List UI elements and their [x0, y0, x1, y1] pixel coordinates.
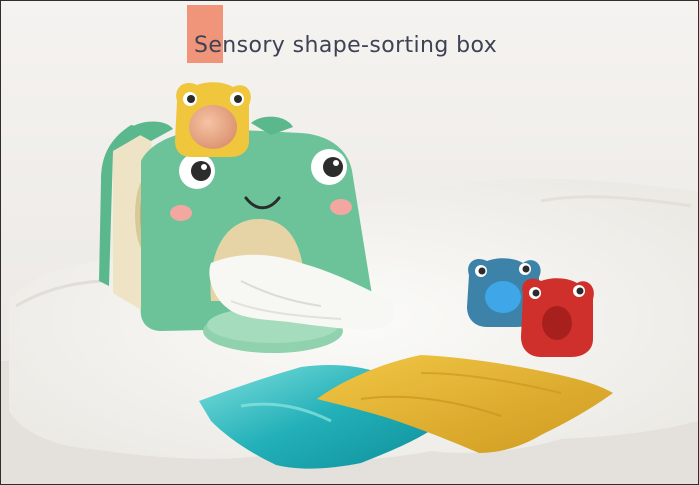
blue-frog-mirror	[485, 281, 521, 313]
product-photo-frame: Sensory shape-sorting box	[0, 0, 699, 485]
product-caption: Sensory shape-sorting box	[194, 33, 498, 58]
yellow-frog-mirror	[189, 105, 237, 149]
product-photo	[1, 1, 698, 484]
